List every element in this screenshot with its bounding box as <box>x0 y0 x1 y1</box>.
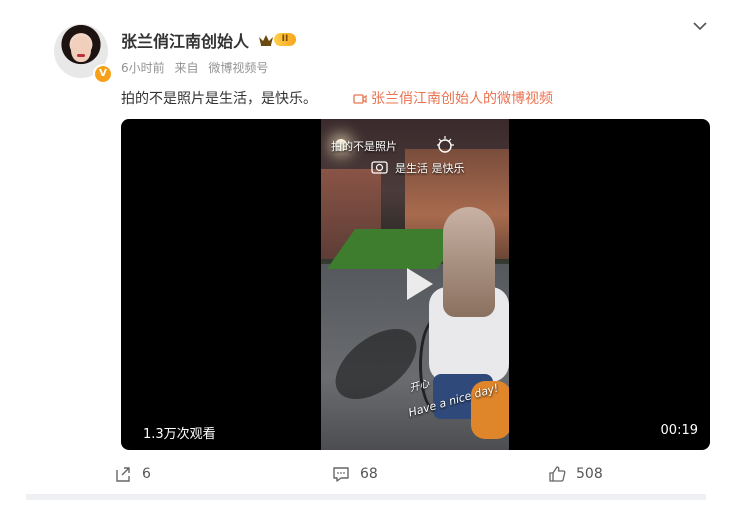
post-meta: 6小时前 来自 微博视频号 <box>121 59 274 76</box>
frame-rider-hair <box>443 207 495 317</box>
repost-button[interactable]: 6 <box>114 462 151 486</box>
video-link[interactable]: 张兰俏江南创始人的微博视频 <box>353 88 553 108</box>
sun-icon <box>437 136 454 153</box>
post-source[interactable]: 微博视频号 <box>208 61 268 75</box>
author-name[interactable]: 张兰俏江南创始人 <box>121 28 249 52</box>
comment-count: 68 <box>360 466 378 482</box>
video-link-label: 张兰俏江南创始人的微博视频 <box>371 91 553 107</box>
like-button[interactable]: 508 <box>548 462 603 486</box>
video-duration: 00:19 <box>660 423 698 438</box>
weibo-post-card: V 张兰俏江南创始人 II 6小时前 来自 微博视频号 拍的不是照片是生活，是快… <box>26 8 710 500</box>
video-caption-line2: 是生活 是快乐 <box>373 160 465 176</box>
thumbs-up-icon <box>549 466 566 482</box>
video-caption-line1: 拍的不是照片 <box>331 140 397 153</box>
level-badge: II <box>274 33 296 46</box>
comment-icon <box>333 467 349 482</box>
avatar-face <box>71 36 91 62</box>
view-count: 1.3万次观看 <box>143 427 216 442</box>
video-icon <box>353 94 367 104</box>
repost-count: 6 <box>142 466 151 482</box>
source-prefix: 来自 <box>174 61 199 75</box>
avatar-lips <box>77 54 85 57</box>
share-icon <box>116 467 130 482</box>
chevron-down-icon[interactable] <box>692 20 708 32</box>
comment-button[interactable]: 68 <box>332 462 378 486</box>
crown-icon <box>259 35 273 46</box>
post-time[interactable]: 6小时前 <box>121 61 165 75</box>
play-icon[interactable] <box>397 264 437 304</box>
post-text: 拍的不是照片是生活，是快乐。 <box>121 91 317 107</box>
like-count: 508 <box>576 466 603 482</box>
verified-badge: V <box>93 64 113 84</box>
video-caption-line2-text: 是生活 是快乐 <box>395 162 465 175</box>
video-player[interactable]: 拍的不是照片 是生活 是快乐 开心 Have a nice day! 1.3万次… <box>121 119 710 450</box>
